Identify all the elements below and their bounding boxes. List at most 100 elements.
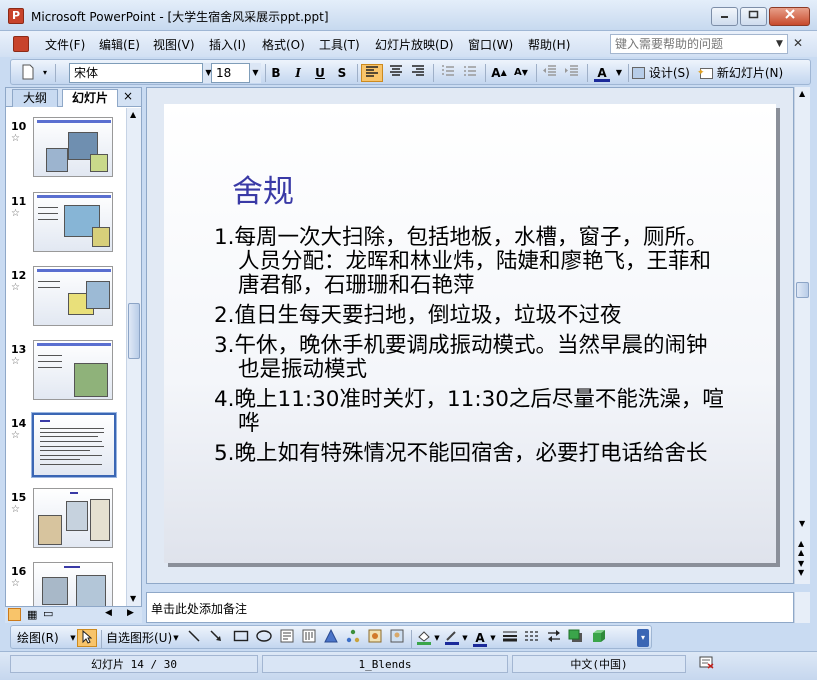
3d-style-icon[interactable] [589,629,607,647]
align-right-button[interactable] [407,64,429,82]
shadow-style-icon[interactable] [567,629,585,647]
line-style-icon[interactable] [501,629,519,647]
previous-slide-icon[interactable]: ▲ ▲ [798,539,804,557]
decrease-indent-icon[interactable] [540,64,560,82]
slide-thumbnail-14[interactable]: 14 ☆ [6,412,126,483]
textbox-tool-icon[interactable] [279,629,295,647]
spelling-status-icon[interactable] [692,655,722,673]
slideshow-view-icon[interactable]: ▭ [43,607,53,620]
slide-thumbnail-12[interactable]: 12 ☆ [6,265,126,335]
menu-help[interactable]: 帮助(H) [528,36,570,53]
fill-color-icon[interactable] [415,629,433,647]
slide-title[interactable]: 舍规 [232,166,294,211]
transition-star-icon: ☆ [11,578,20,589]
bullets-button[interactable] [460,64,480,82]
chevron-down-icon[interactable]: ▼ [489,629,497,647]
normal-view-icon[interactable] [8,608,21,621]
shadow-button[interactable]: S [332,64,352,82]
slide-thumbnail-16[interactable]: 16 ☆ [6,561,126,608]
scrollbar-thumb[interactable] [796,282,809,298]
slide-thumbnail-11[interactable]: 11 ☆ [6,191,126,261]
line-tool-icon[interactable] [186,629,202,647]
arrow-style-icon[interactable] [545,629,563,647]
chevron-down-icon[interactable]: ▼ [614,64,624,82]
maximize-button[interactable] [740,7,767,26]
slide-thumbnail-13[interactable]: 13 ☆ [6,339,126,409]
slide-number: 11 [11,195,27,208]
menu-view[interactable]: 视图(V) [153,36,195,53]
close-document-icon[interactable]: ✕ [793,36,803,50]
scroll-down-icon[interactable]: ▼ [799,519,805,528]
scroll-left-icon[interactable]: ◀ [105,608,112,618]
bold-button[interactable]: B [266,64,286,82]
minimize-button[interactable] [711,7,738,26]
align-center-button[interactable] [385,64,407,82]
thumbnails-scrollbar[interactable]: ▲ ▼ [126,108,141,608]
preview-photo [42,577,68,605]
notes-scrollbar[interactable] [794,592,810,623]
chevron-down-icon[interactable]: ▼ [776,39,783,49]
close-pane-icon[interactable]: × [123,89,133,103]
font-name-select[interactable]: 宋体 [69,63,214,83]
notes-pane[interactable]: 单击此处添加备注 [146,592,794,623]
arrow-tool-icon[interactable] [208,629,224,647]
draw-menu-button[interactable]: 绘图(R) [17,629,73,647]
tab-slides[interactable]: 幻灯片 [62,89,118,107]
menu-tools[interactable]: 工具(T) [319,36,360,53]
tab-outline[interactable]: 大纲 [12,89,58,107]
chevron-down-icon[interactable]: ▼ [249,63,261,83]
new-slide-button[interactable]: ✦ 新幻灯片(N) [697,64,800,82]
rectangle-tool-icon[interactable] [232,629,250,647]
menu-file[interactable]: 文件(F) [45,36,85,53]
slide-thumbnail-10[interactable]: 10 ☆ [6,116,126,186]
increase-font-size-icon[interactable]: A▲ [489,64,509,82]
chevron-down-icon[interactable]: ▼ [69,629,77,647]
chevron-down-icon[interactable]: ▼ [433,629,441,647]
autoshapes-button[interactable]: 自选图形(U) [106,629,182,647]
numbering-button[interactable] [438,64,458,82]
chevron-down-icon[interactable]: ▼ [461,629,469,647]
decrease-font-size-icon[interactable]: A▼ [511,64,531,82]
slide-scrollbar[interactable]: ▲ ▼ ▲ ▲ ▼ ▼ [794,87,810,584]
oval-tool-icon[interactable] [255,629,273,647]
diagram-icon[interactable] [345,629,361,647]
chevron-down-icon[interactable]: ▼ [172,629,180,647]
help-search-input[interactable]: 键入需要帮助的问题 [610,34,788,54]
toolbar-options-icon[interactable]: ▾ [637,629,649,647]
dash-style-icon[interactable] [523,629,541,647]
scrollbar-thumb[interactable] [128,303,140,359]
menu-slideshow[interactable]: 幻灯片放映(D) [375,36,454,53]
scroll-up-icon[interactable]: ▲ [799,89,805,98]
next-slide-icon[interactable]: ▼ ▼ [798,559,804,577]
slide-thumbnail-15[interactable]: 15 ☆ [6,487,126,557]
insert-picture-icon[interactable] [389,629,405,647]
design-button[interactable]: 设计(S) [632,64,698,82]
align-left-button[interactable] [361,64,383,82]
slide-canvas[interactable]: 舍规 1.每周一次大扫除，包括地板，水槽，窗子，厕所。人员分配：龙晖和林业炜，陆… [164,104,776,563]
font-color-button[interactable]: A [591,64,613,82]
slide-body[interactable]: 1.每周一次大扫除，包括地板，水槽，窗子，厕所。人员分配：龙晖和林业炜，陆婕和廖… [214,226,724,472]
increase-indent-icon[interactable] [562,64,582,82]
menu-format[interactable]: 格式(O) [262,36,305,53]
document-menu-icon[interactable] [13,36,29,52]
font-color-draw-icon[interactable]: A [471,629,489,647]
status-design-name: 1_Blends [262,655,508,673]
slide-preview-selected [31,412,117,478]
scroll-up-icon[interactable]: ▲ [130,110,136,119]
slide-sorter-view-icon[interactable]: ▦ [27,608,37,621]
scroll-down-icon[interactable]: ▼ [130,594,136,603]
menu-window[interactable]: 窗口(W) [468,36,513,53]
select-objects-button[interactable] [77,629,97,647]
new-document-icon[interactable] [19,64,37,82]
clip-art-icon[interactable] [367,629,383,647]
line-color-icon[interactable] [443,629,461,647]
close-window-button[interactable] [769,7,810,26]
menu-insert[interactable]: 插入(I) [209,36,246,53]
menu-edit[interactable]: 编辑(E) [99,36,140,53]
vertical-textbox-icon[interactable] [301,629,317,647]
italic-button[interactable]: I [288,64,308,82]
wordart-icon[interactable] [323,628,339,647]
toolbar-options-icon[interactable]: ▾ [40,64,50,82]
scroll-right-icon[interactable]: ▶ [127,608,134,618]
underline-button[interactable]: U [310,64,330,82]
